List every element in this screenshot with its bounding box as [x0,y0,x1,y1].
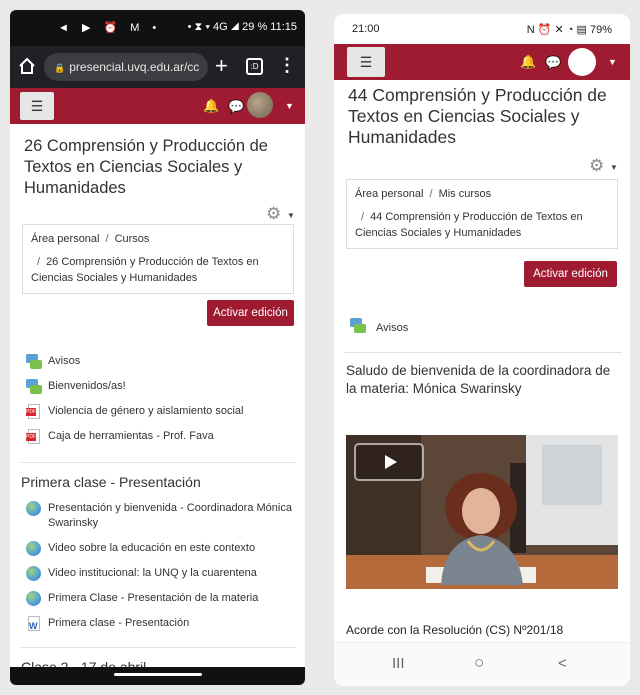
gesture-bar [10,667,305,685]
forum-icon [26,379,42,395]
pdf-icon: PDF [26,429,42,445]
page-title: 44 Comprensión y Producción de Textos en… [348,85,607,147]
activity-label: Video sobre la educación en este context… [48,542,256,554]
more-menu-icon[interactable]: ⋮ [278,55,296,76]
activity-primera-clase-doc[interactable]: W Primera clase - Presentación [26,616,296,632]
left-phone-screen: ◄ ▶ ⏰ M • • ⧗ ▾ 4G ◢ 29 % 11:15 🔒 presenc… [10,10,305,685]
page-title: 26 Comprensión y Producción de Textos en… [24,137,268,197]
url-icon [26,591,42,607]
activity-avisos[interactable]: Avisos [26,354,296,370]
activate-edit-button[interactable]: Activar edición [524,261,617,287]
chevron-down-icon[interactable]: ▼ [287,211,295,220]
breadcrumb-home[interactable]: Área personal [355,188,424,200]
avatar[interactable] [568,48,596,76]
status-bar: ◄ ▶ ⏰ M • • ⧗ ▾ 4G ◢ 29 % 11:15 [10,10,305,46]
activity-label: Primera clase - Presentación [48,617,190,629]
section-title: Primera clase - Presentación [21,474,201,490]
right-phone-screen: 21:00 N ⏰ ✕ ◔ ▤ 79% ☰ 🔔 💬 ▼ 44 Comprensi… [334,14,630,686]
activity-video-educacion[interactable]: Video sobre la educación en este context… [26,541,296,557]
forum-icon [26,354,42,370]
breadcrumb-current[interactable]: 44 Comprensión y Producción de Textos en… [355,211,583,239]
gear-icon[interactable]: ⚙ [266,204,281,224]
breadcrumb: Área personal / Cursos /26 Comprensión y P… [22,224,294,294]
new-tab-icon[interactable]: + [215,53,228,79]
address-bar[interactable]: 🔒 presencial.uvq.edu.ar/cc [44,53,208,81]
resolution-text: Acorde con la Resolución (CS) Nº201/18 [346,623,564,637]
activity-violencia[interactable]: PDF Violencia de género y aislamiento so… [26,404,296,420]
chevron-down-icon[interactable]: ▼ [610,163,618,172]
status-indicators: N ⏰ ✕ ◔ ▤ 79% [526,24,612,36]
back-button[interactable]: < [558,655,567,672]
moodle-navbar: ☰ 🔔 💬 ▼ [334,44,630,80]
activity-label: Violencia de género y aislamiento social [48,405,244,417]
activity-label: Bienvenidos/as! [48,380,126,392]
system-navigation-bar: III ○ < [334,642,630,686]
welcome-heading: Saludo de bienvenida de la coordinadora … [346,363,611,396]
menu-button[interactable]: ☰ [20,92,54,120]
user-menu-caret-icon[interactable]: ▼ [285,101,294,111]
section-divider [344,352,622,353]
notification-icons: ◄ ▶ ⏰ M • [58,22,162,34]
home-icon[interactable] [18,57,36,75]
activity-label: Primera Clase - Presentación de la mater… [48,592,259,604]
section-divider [20,462,296,463]
messages-icon[interactable]: 💬 [545,55,561,71]
activity-caja[interactable]: PDF Caja de herramientas - Prof. Fava [26,429,296,445]
gear-icon[interactable]: ⚙ [589,156,604,176]
avatar[interactable] [247,92,273,118]
activity-label: Caja de herramientas - Prof. Fava [48,430,214,442]
activity-label: Video institucional: la UNQ y la cuarent… [48,567,257,579]
activate-edit-button[interactable]: Activar edición [207,300,294,326]
activity-label: Avisos [48,355,81,367]
user-menu-caret-icon[interactable]: ▼ [608,57,617,67]
home-gesture-handle[interactable] [114,673,202,676]
tab-switcher-button[interactable]: :D [246,58,263,75]
url-icon [26,541,42,557]
breadcrumb-courses[interactable]: Mis cursos [439,188,492,200]
clock: 21:00 [352,23,380,35]
breadcrumb: Área personal / Mis cursos /44 Comprensión… [346,179,618,249]
home-button[interactable]: ○ [474,653,484,673]
status-bar: 21:00 N ⏰ ✕ ◔ ▤ 79% [334,14,630,44]
activity-avisos[interactable]: Avisos [350,318,550,336]
url-text: presencial.uvq.edu.ar/cc [69,60,200,74]
breadcrumb-current[interactable]: 26 Comprensión y Producción de Textos en… [31,256,259,284]
activity-video-institucional[interactable]: Video institucional: la UNQ y la cuarent… [26,566,296,582]
word-icon: W [26,616,42,632]
moodle-navbar: ☰ 🔔 💬 ▼ [10,88,305,124]
section-divider [20,647,296,648]
activity-bienvenidos[interactable]: Bienvenidos/as! [26,379,296,395]
pdf-icon: PDF [26,404,42,420]
play-icon [385,455,397,469]
messages-icon[interactable]: 💬 [228,99,244,115]
activity-label: Avisos [376,322,409,334]
play-button[interactable] [354,443,424,481]
breadcrumb-courses[interactable]: Cursos [115,233,150,245]
notification-bell-icon[interactable]: 🔔 [520,54,536,70]
recent-apps-button[interactable]: III [392,655,405,672]
breadcrumb-home[interactable]: Área personal [31,233,100,245]
activity-primera-clase-materia[interactable]: Primera Clase - Presentación de la mater… [26,591,296,607]
activity-presentacion-bienvenida[interactable]: Presentación y bienvenida - Coordinadora… [26,501,296,531]
status-indicators: • ⧗ ▾ 4G ◢ 29 % 11:15 [187,21,297,33]
welcome-video[interactable] [346,435,618,589]
activity-label: Presentación y bienvenida - Coordinadora… [48,502,292,529]
lock-icon: 🔒 [54,63,66,73]
forum-icon [350,318,370,336]
url-icon [26,566,42,582]
menu-button[interactable]: ☰ [347,47,385,77]
notification-bell-icon[interactable]: 🔔 [203,98,219,114]
url-icon [26,501,42,517]
browser-toolbar: 🔒 presencial.uvq.edu.ar/cc + :D ⋮ [10,46,305,88]
